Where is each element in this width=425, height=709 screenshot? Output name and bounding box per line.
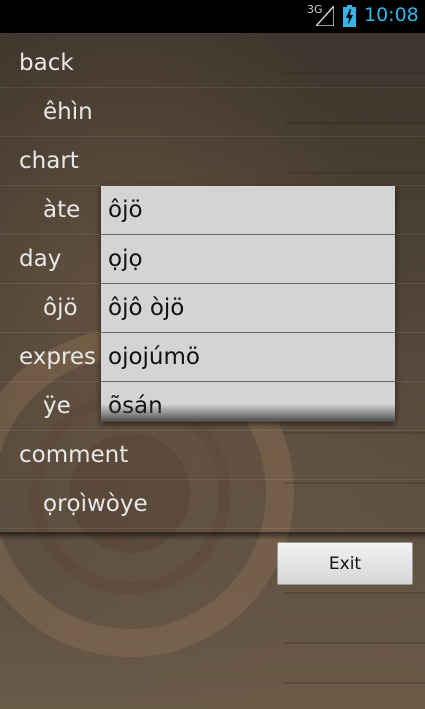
list-item-word[interactable]: comment bbox=[0, 431, 425, 480]
signal-icon bbox=[316, 6, 334, 26]
list-item-word[interactable]: chart bbox=[0, 137, 425, 186]
list-item-translation[interactable]: êhìn bbox=[0, 88, 425, 137]
popup-option[interactable]: ôjô òjö bbox=[101, 284, 395, 333]
translation-options-popup: ôjö ọjọ ôjô òjö ojojúmö õsán bbox=[101, 186, 395, 422]
popup-option[interactable]: ọjọ bbox=[101, 235, 395, 284]
battery-charging-icon bbox=[343, 5, 356, 27]
popup-option[interactable]: ojojúmö bbox=[101, 333, 395, 382]
clock: 10:08 bbox=[364, 4, 419, 26]
popup-scroll-fade bbox=[101, 404, 395, 422]
exit-button[interactable]: Exit bbox=[277, 542, 413, 585]
status-bar: 3G 10:08 bbox=[0, 0, 425, 33]
list-item-word[interactable]: back bbox=[0, 39, 425, 88]
popup-option[interactable]: ôjö bbox=[101, 186, 395, 235]
list-end-shadow bbox=[0, 532, 425, 540]
list-item-translation[interactable]: ọrọìwòye bbox=[0, 480, 425, 529]
